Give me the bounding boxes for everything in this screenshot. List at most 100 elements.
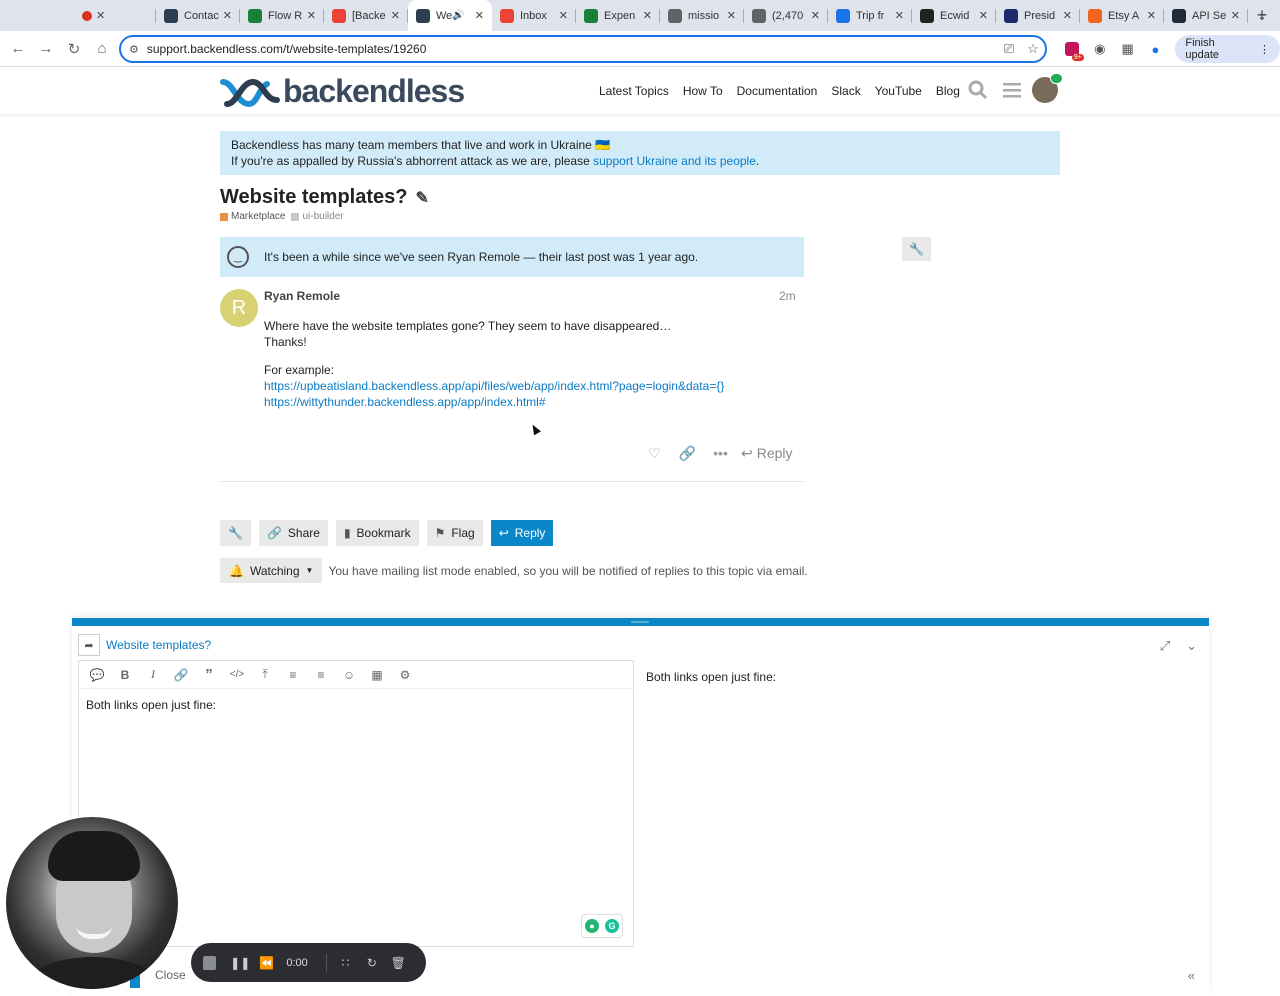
site-logo[interactable]: backendless <box>219 73 465 110</box>
rewind-icon[interactable]: ⏪ <box>256 956 277 970</box>
post-author-name[interactable]: Ryan Remole <box>264 289 340 303</box>
close-tab-icon[interactable]: ✕ <box>895 9 904 22</box>
tag-badge[interactable]: ui-builder <box>302 211 343 222</box>
support-ukraine-link[interactable]: support Ukraine and its people <box>593 154 756 168</box>
address-bar[interactable]: ⚙ support.backendless.com/t/website-temp… <box>119 35 1047 63</box>
speaker-icon[interactable]: 🔊 <box>452 10 464 21</box>
share-button[interactable]: 🔗 Share <box>258 520 328 546</box>
puzzle-icon[interactable]: ▦ <box>1114 35 1142 63</box>
bullet-list-icon[interactable]: ≡ <box>279 668 307 682</box>
emoji-icon[interactable]: ☺ <box>335 668 363 682</box>
bookmark-star-icon[interactable]: ☆ <box>1021 39 1045 59</box>
close-tab-icon[interactable]: ✕ <box>559 9 568 22</box>
close-tab-icon[interactable]: ✕ <box>391 9 400 22</box>
post-author-avatar[interactable]: R <box>220 289 258 327</box>
topic-title-text[interactable]: Website templates? <box>220 186 407 209</box>
pause-icon[interactable]: ❚❚ <box>230 956 251 970</box>
editor-textarea[interactable]: Both links open just fine: <box>79 689 633 721</box>
chevron-down-icon[interactable]: ⌄ <box>1186 638 1197 654</box>
reply-action-icon[interactable]: ➦ <box>78 634 100 656</box>
home-icon[interactable]: ⌂ <box>88 35 116 63</box>
nav-how-to[interactable]: How To <box>683 84 723 98</box>
reply-button[interactable]: ↩ Reply <box>490 520 554 546</box>
profile-icon[interactable]: ● <box>1142 35 1170 63</box>
install-app-icon[interactable]: ⎚ <box>997 39 1021 59</box>
close-tab-icon[interactable]: ✕ <box>96 9 105 22</box>
close-tab-icon[interactable]: ✕ <box>223 9 232 22</box>
calendar-icon[interactable]: ▦ <box>363 668 391 682</box>
copy-link-icon[interactable]: 🔗 <box>671 445 704 462</box>
admin-wrench-icon[interactable]: 🔧 <box>902 237 931 261</box>
upload-icon[interactable]: ⤒ <box>251 667 279 682</box>
back-icon[interactable]: ← <box>4 35 32 63</box>
watching-dropdown[interactable]: 🔔 Watching ▼ <box>220 558 323 583</box>
category-badge[interactable]: Marketplace <box>231 211 285 222</box>
admin-wrench-button[interactable]: 🔧 <box>220 520 251 546</box>
close-tab-icon[interactable]: ✕ <box>1063 9 1072 22</box>
blockquote-icon[interactable]: ” <box>195 666 223 683</box>
numbered-list-icon[interactable]: ≡ <box>307 668 335 682</box>
browser-tab[interactable]: Presid ✕ <box>996 0 1080 31</box>
browser-tab[interactable]: Expen ✕ <box>576 0 660 31</box>
hamburger-menu-icon[interactable] <box>998 76 1026 104</box>
edit-pencil-icon[interactable]: ✎ <box>415 188 428 208</box>
browser-tab[interactable]: Trip fr ✕ <box>828 0 912 31</box>
user-avatar[interactable] <box>1032 73 1063 103</box>
post-link-2[interactable]: https://wittythunder.backendless.app/app… <box>264 394 804 410</box>
browser-tab[interactable]: Contac ✕ <box>156 0 240 31</box>
close-tab-icon[interactable]: ✕ <box>1147 9 1156 22</box>
code-icon[interactable]: </> <box>223 669 251 680</box>
restart-icon[interactable]: ↻ <box>361 956 382 970</box>
post-link-1[interactable]: https://upbeatisland.backendless.app/api… <box>264 378 804 394</box>
nav-blog[interactable]: Blog <box>936 84 960 98</box>
composer-resize-grip[interactable] <box>631 621 649 623</box>
browser-tab[interactable]: Inbox ✕ <box>492 0 576 31</box>
browser-tab[interactable]: ✕ <box>72 0 156 31</box>
nav-youtube[interactable]: YouTube <box>875 84 922 98</box>
browser-tab[interactable]: Ecwid ✕ <box>912 0 996 31</box>
grammarly-widget[interactable]: ● G <box>581 914 623 938</box>
close-tab-icon[interactable]: ✕ <box>643 9 652 22</box>
close-tab-icon[interactable]: ✕ <box>1231 9 1240 22</box>
browser-tab[interactable]: API Se ✕ <box>1164 0 1248 31</box>
browser-tab[interactable]: missio ✕ <box>660 0 744 31</box>
close-tab-icon[interactable]: ✕ <box>475 9 484 22</box>
quote-bubble-icon[interactable]: 💬 <box>83 668 111 682</box>
grammarly-g-icon[interactable]: G <box>605 919 619 933</box>
browser-tab[interactable]: Etsy A ✕ <box>1080 0 1164 31</box>
close-tab-icon[interactable]: ✕ <box>307 9 316 22</box>
post-reply-button[interactable]: ↩ Reply <box>741 445 793 462</box>
close-tab-icon[interactable]: ✕ <box>979 9 988 22</box>
grammarly-bulb-icon[interactable]: ● <box>585 919 599 933</box>
browser-tab[interactable]: (2,470 ✕ <box>744 0 828 31</box>
site-settings-icon[interactable]: ⚙ <box>129 43 139 56</box>
composer-topic-link[interactable]: Website templates? <box>106 638 211 652</box>
drive-icon[interactable]: ◉ <box>1086 35 1114 63</box>
gear-icon[interactable]: ⚙ <box>391 668 419 682</box>
drag-handle-icon[interactable]: ∷ <box>335 956 356 970</box>
hyperlink-icon[interactable]: 🔗 <box>167 668 195 682</box>
like-heart-icon[interactable]: ♡ <box>638 445 671 462</box>
extension-icon[interactable]: 9+ <box>1058 35 1086 63</box>
browser-tab[interactable]: Flow R ✕ <box>240 0 324 31</box>
close-tab-icon[interactable]: ✕ <box>727 9 736 22</box>
url-text[interactable]: support.backendless.com/t/website-templa… <box>147 42 997 56</box>
browser-tab[interactable]: We 🔊 ✕ <box>408 0 492 31</box>
bold-icon[interactable]: B <box>111 668 139 682</box>
tab-search-icon[interactable]: ⌄ <box>1252 6 1272 26</box>
browser-tab[interactable]: [Backe ✕ <box>324 0 408 31</box>
collapse-preview-icon[interactable]: « <box>1188 968 1195 983</box>
close-tab-icon[interactable]: ✕ <box>811 9 820 22</box>
post-timestamp[interactable]: 2m <box>779 289 796 303</box>
nav-slack[interactable]: Slack <box>831 84 860 98</box>
stop-recording-icon[interactable] <box>203 955 216 970</box>
italic-icon[interactable]: I <box>139 667 167 682</box>
flag-button[interactable]: ⚑ Flag <box>426 520 483 546</box>
search-icon[interactable] <box>964 76 992 104</box>
reload-icon[interactable]: ↻ <box>60 35 88 63</box>
more-options-icon[interactable]: ••• <box>704 445 737 461</box>
trash-icon[interactable]: 🗑 <box>388 956 409 970</box>
nav-latest-topics[interactable]: Latest Topics <box>599 84 669 98</box>
fullscreen-icon[interactable]: ⤢ <box>1160 638 1170 654</box>
nav-documentation[interactable]: Documentation <box>737 84 818 98</box>
